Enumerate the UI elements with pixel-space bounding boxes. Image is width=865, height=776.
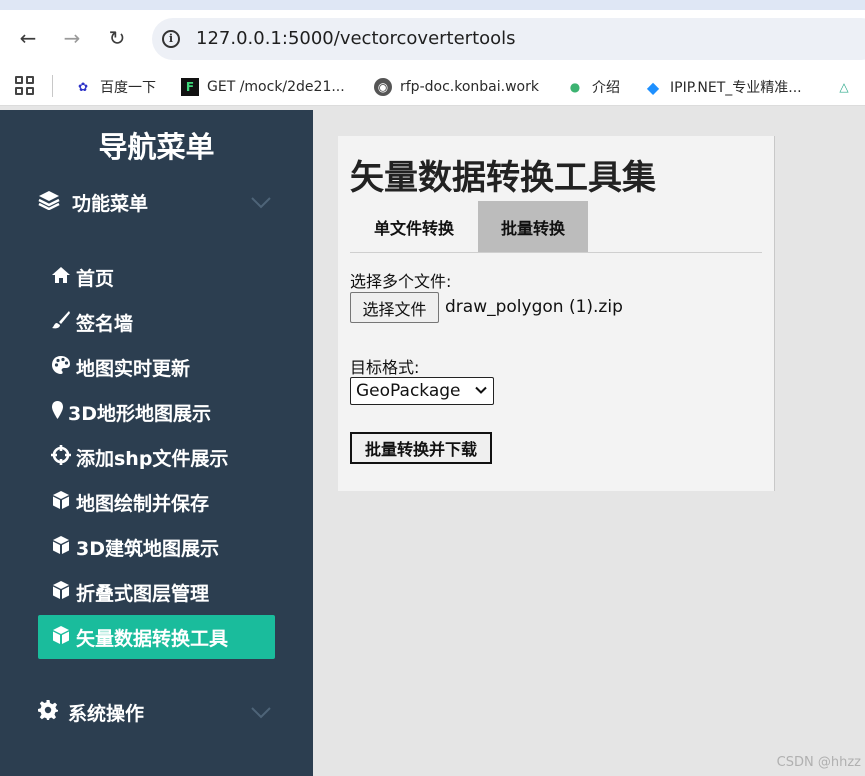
chevron-down-icon[interactable] [250,706,272,720]
cube-icon [50,580,72,605]
watermark: CSDN @hhzz [776,755,861,770]
sidebar-item-label: 签名墙 [76,312,134,335]
sidebar: 导航菜单 功能菜单 首页 签名墙 地图实时更新 3D地形地图展示 添加shp文件… [0,110,313,776]
sidebar-item-home[interactable]: 首页 [38,255,275,299]
bookmark-intro[interactable]: ● 介绍 [566,76,620,98]
cube-icon [50,490,72,515]
forward-arrow-icon[interactable]: → [60,26,84,50]
triangle-logo-icon: △ [839,80,849,94]
menu-group-function[interactable]: 功能菜单 [38,188,148,216]
tab-batch[interactable]: 批量转换 [478,201,588,252]
crosshair-icon [50,444,72,470]
main-content: 矢量数据转换工具集 单文件转换 批量转换 选择多个文件: 选择文件 draw_p… [313,110,865,776]
format-label: 目标格式: [350,358,420,377]
sidebar-item-label: 首页 [76,267,115,290]
sidebar-item-label: 折叠式图层管理 [76,582,210,605]
bookmark-ipip[interactable]: ◆ IPIP.NET_专业精准... [644,76,802,98]
sidebar-item-vector-tools[interactable]: 矢量数据转换工具 [38,615,275,659]
map-marker-icon [50,400,64,425]
palette-icon [50,355,72,380]
converter-card: 矢量数据转换工具集 单文件转换 批量转换 选择多个文件: 选择文件 draw_p… [338,136,775,491]
tab-strip [0,0,865,10]
chevron-down-icon [475,386,487,394]
cube-icon [50,625,72,650]
home-icon [50,266,72,289]
sidebar-item-3d-building[interactable]: 3D建筑地图展示 [38,525,275,569]
sidebar-item-label: 矢量数据转换工具 [76,627,229,650]
ipip-diamond-icon: ◆ [646,77,660,97]
bookmarks-divider [52,75,53,97]
browser-toolbar: ← → ↻ i 127.0.0.1:5000/vectorcovertertoo… [0,10,865,67]
bookmark-baidu[interactable]: ✿ 百度一下 [74,76,156,98]
layers-icon [38,190,64,215]
tab-single-file[interactable]: 单文件转换 [350,201,478,252]
menu-group-label: 系统操作 [68,702,145,725]
sidebar-item-map-realtime[interactable]: 地图实时更新 [38,345,275,389]
leaf-icon: ● [569,80,581,94]
sidebar-item-label: 添加shp文件展示 [76,447,229,470]
bookmark-overflow[interactable]: △ [835,76,861,98]
sidebar-item-label: 3D地形地图展示 [68,402,211,425]
brush-icon [50,310,72,335]
tab-bar: 单文件转换 批量转换 [350,201,762,253]
select-value: GeoPackage [356,381,461,401]
sidebar-item-label: 地图绘制并保存 [76,492,210,515]
bookmark-label: GET /mock/2de21... [207,79,345,95]
gear-icon [38,699,60,725]
bookmark-label: 介绍 [592,80,620,96]
menu-group-system[interactable]: 系统操作 [38,698,144,726]
sidebar-item-label: 地图实时更新 [76,357,191,380]
site-info-icon[interactable]: i [162,30,180,48]
baidu-paw-icon: ✿ [77,80,89,94]
bookmark-label: 百度一下 [100,80,156,96]
sidebar-item-add-shp[interactable]: 添加shp文件展示 [38,435,275,479]
sidebar-item-layer-manager[interactable]: 折叠式图层管理 [38,570,275,614]
file-label: 选择多个文件: [350,272,452,291]
bookmark-rfp-doc[interactable]: ◉ rfp-doc.konbai.work [374,76,539,98]
url-text: 127.0.0.1:5000/vectorcovertertools [196,28,516,49]
chevron-down-icon[interactable] [250,196,272,210]
reload-icon[interactable]: ↻ [105,26,129,50]
back-arrow-icon[interactable]: ← [16,26,40,50]
choose-file-button[interactable]: 选择文件 [350,292,439,323]
sidebar-title: 导航菜单 [98,130,215,164]
bookmarks-bar: ✿ 百度一下 F GET /mock/2de21... ◉ rfp-doc.ko… [0,67,865,106]
sidebar-item-3d-terrain[interactable]: 3D地形地图展示 [38,390,275,434]
menu-group-label: 功能菜单 [72,192,149,215]
f-logo-icon: F [181,78,199,96]
cube-icon [50,535,72,560]
bookmark-mock[interactable]: F GET /mock/2de21... [181,76,345,98]
sidebar-item-map-draw[interactable]: 地图绘制并保存 [38,480,275,524]
selected-file-name: draw_polygon (1).zip [445,297,623,317]
bookmark-label: rfp-doc.konbai.work [400,79,539,95]
apps-grid-icon[interactable] [15,76,34,95]
sidebar-item-signature-wall[interactable]: 签名墙 [38,300,275,344]
globe-icon: ◉ [374,78,392,96]
page-title: 矢量数据转换工具集 [350,158,656,198]
sidebar-item-label: 3D建筑地图展示 [76,537,219,560]
batch-convert-button[interactable]: 批量转换并下载 [350,432,492,464]
target-format-select[interactable]: GeoPackage [350,377,494,405]
address-bar[interactable]: i 127.0.0.1:5000/vectorcovertertools [152,18,865,60]
bookmark-label: IPIP.NET_专业精准... [670,80,802,96]
